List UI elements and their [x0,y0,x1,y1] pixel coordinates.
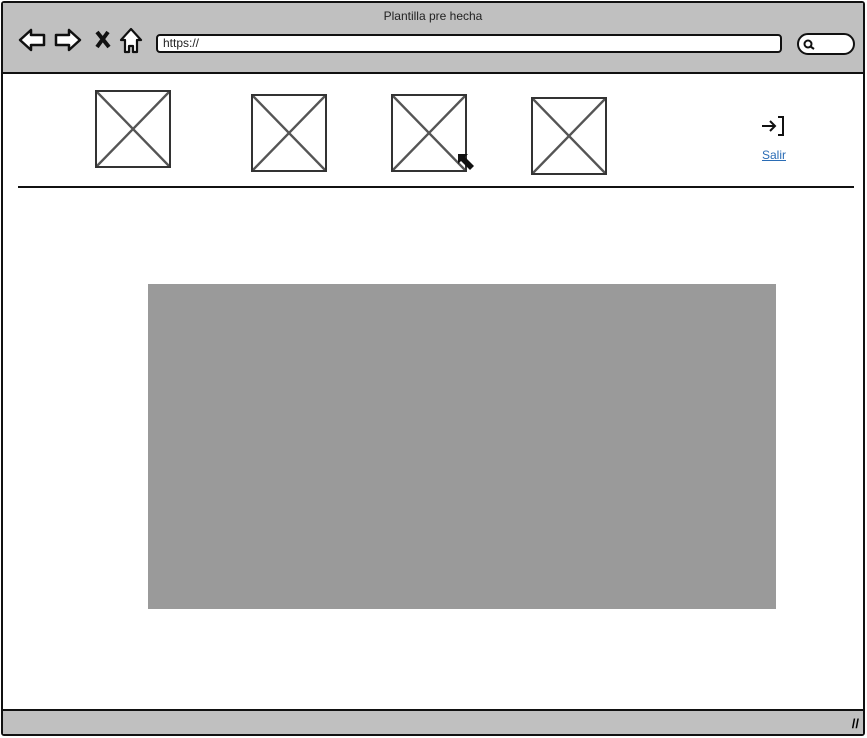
browser-toolbar: Plantilla pre hecha https:// [3,3,863,74]
browser-window: Plantilla pre hecha https:// Salir // [1,1,865,736]
forward-icon[interactable] [53,27,83,53]
logout-link[interactable]: Salir [761,148,787,162]
cursor-icon [458,154,474,170]
search-field[interactable] [797,33,855,55]
image-placeholder-4[interactable] [531,97,607,175]
image-placeholder-1[interactable] [95,90,171,168]
stop-icon[interactable] [93,27,113,53]
image-placeholder-2[interactable] [251,94,327,172]
logout-icon [762,116,784,136]
header-divider [18,186,854,188]
back-icon[interactable] [17,27,47,53]
logout-button[interactable]: Salir [761,115,787,162]
status-bar: // [3,709,863,734]
window-title: Plantilla pre hecha [383,9,483,23]
content-placeholder [148,284,776,609]
home-icon[interactable] [119,27,143,55]
search-icon [803,39,815,50]
resize-grip-icon[interactable]: // [852,716,859,731]
url-input[interactable]: https:// [156,34,782,53]
